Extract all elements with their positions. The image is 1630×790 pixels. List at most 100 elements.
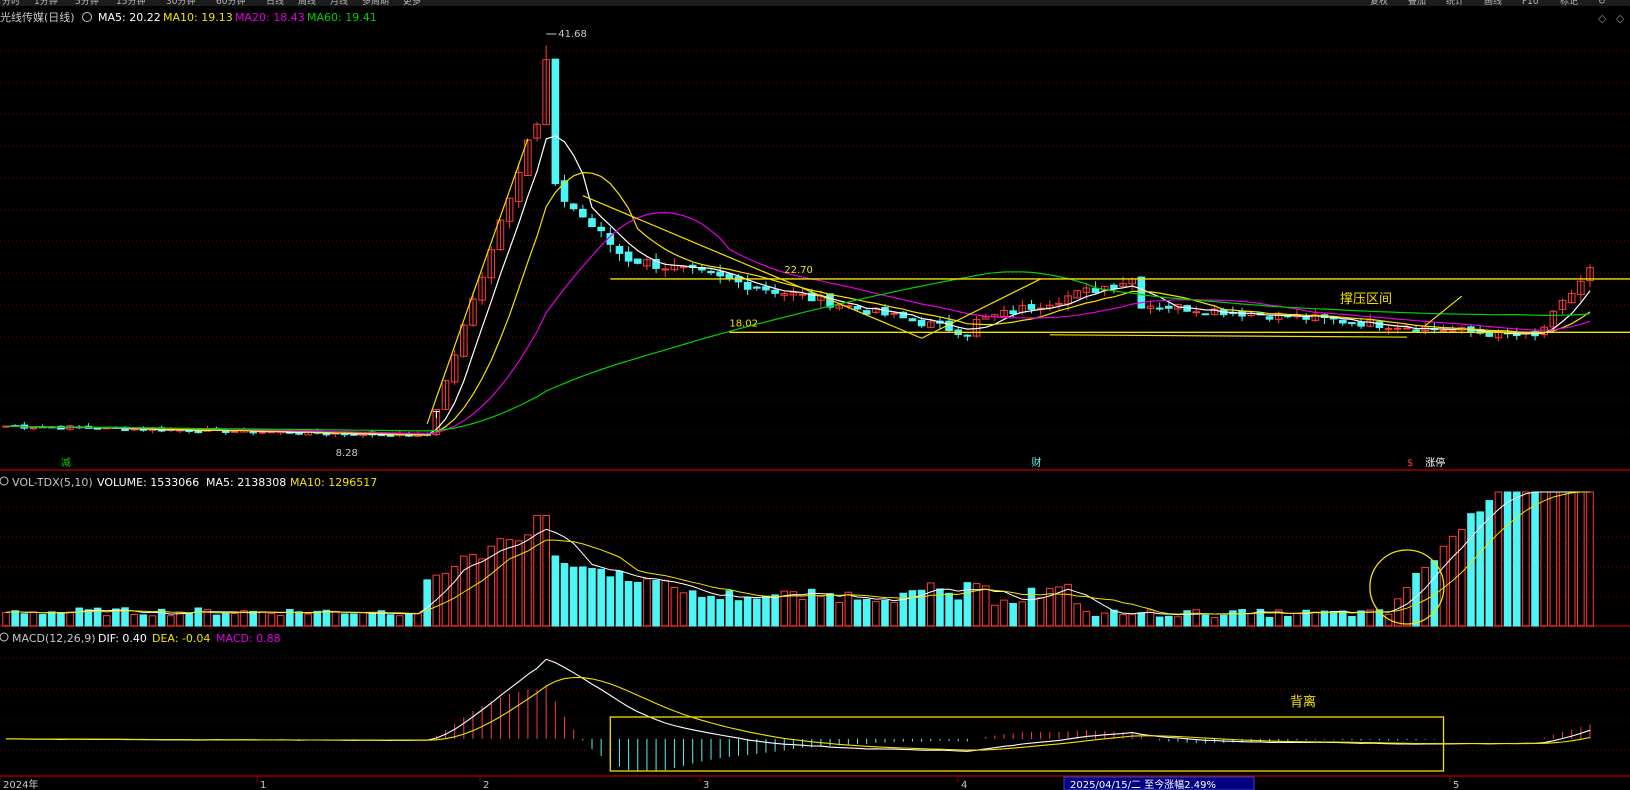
candle-body [295, 432, 303, 435]
toolbar-tab[interactable]: 更多 [403, 0, 421, 7]
toolbar-tab[interactable]: 日线 [266, 0, 284, 7]
volume-bar [57, 612, 65, 627]
volume-indicator-title: VOL-TDX(5,10) [12, 476, 93, 489]
volume-bar [221, 612, 230, 627]
volume-bar [212, 614, 221, 627]
volume-bar [386, 614, 395, 627]
toolbar-button[interactable]: 标记 [1560, 0, 1578, 7]
diamond-icon[interactable]: ◇ [1598, 12, 1607, 25]
toolbar-tab[interactable]: 1分钟 [34, 0, 58, 7]
volume-bar [1357, 610, 1365, 627]
volume-bar [1027, 587, 1036, 627]
volume-bar [11, 610, 19, 627]
volume-bar [688, 590, 697, 627]
candle-body [322, 433, 331, 436]
candle-body [1201, 313, 1210, 316]
volume-bar [1201, 614, 1210, 627]
candle-body [753, 286, 761, 289]
volume-bar [652, 579, 660, 627]
candle-body [624, 251, 633, 262]
candle-body [633, 258, 642, 264]
volume-bar [1110, 609, 1118, 627]
stock-chart-canvas: 分时 1分钟 5分钟 15分钟 30分钟 60分钟 日线 周线 月线 多周期 更多 复权 叠加 统计 画线… [0, 0, 1630, 790]
candle-body [597, 226, 605, 232]
scroll-icon[interactable]: ◇ [1616, 12, 1625, 25]
volume-bar [707, 595, 715, 627]
volume-bar [945, 592, 953, 627]
candle-body [890, 312, 898, 315]
upper-level-label: 22.70 [784, 265, 813, 276]
volume-bar [93, 607, 102, 627]
toolbar-tab[interactable]: 多周期 [362, 0, 389, 7]
volume-bar [881, 599, 889, 627]
candle-body [917, 319, 926, 327]
volume-bar [1155, 616, 1164, 627]
volume-bar [1320, 610, 1329, 627]
candle-body [231, 430, 239, 433]
volume-bar [615, 570, 624, 627]
volume-bar [588, 568, 596, 627]
volume-bar [954, 599, 963, 627]
macd-indicator-title: MACD(12,26,9) [12, 632, 96, 645]
toolbar-tab[interactable]: 月线 [330, 0, 348, 7]
candle-body [1357, 321, 1365, 327]
candle-body [579, 208, 587, 218]
candle-body [1110, 284, 1118, 289]
macd-panel-header: MACD(12,26,9) DIF: 0.40 DEA: -0.04 MACD:… [0, 632, 281, 645]
volume-panel-header: VOL-TDX(5,10) VOLUME: 1533066 MA5: 21383… [0, 476, 377, 489]
t-marker: T [432, 410, 440, 421]
volume-bar [249, 610, 258, 627]
candle-body [716, 271, 724, 277]
volume-bar [47, 611, 56, 627]
candle-body [853, 306, 862, 310]
toolbar-button[interactable]: 复权 [1370, 0, 1388, 7]
volume-bar [762, 595, 770, 627]
toolbar-tab[interactable]: 60分钟 [216, 0, 245, 7]
volume-bar [597, 568, 605, 627]
volume-bar [139, 614, 148, 627]
macd-readout: MACD: 0.88 [216, 632, 281, 645]
candle-body [798, 293, 807, 296]
high-price-label: 41.68 [558, 29, 587, 40]
volume-bar [1284, 615, 1292, 627]
toolbar-button[interactable]: 叠加 [1408, 0, 1426, 7]
candle-body [1165, 305, 1173, 309]
volume-bar [1265, 616, 1274, 627]
toolbar-button[interactable]: 画线 [1484, 0, 1502, 7]
volume-bar [551, 555, 560, 627]
date-label: 1 [260, 780, 266, 790]
ma5-readout: MA5: 20.22 [98, 11, 161, 24]
toolbar-tab[interactable]: 30分钟 [166, 0, 195, 7]
background [0, 0, 1630, 790]
toolbar-tab[interactable]: 15分钟 [116, 0, 145, 7]
candle-body [1009, 310, 1017, 315]
dollar-marker: $ [1407, 458, 1413, 469]
candle-body [615, 246, 624, 254]
volume-bar [1476, 511, 1484, 627]
candle-body [963, 334, 972, 337]
volume-bar [423, 579, 431, 627]
toolbar-tab[interactable]: 5分钟 [75, 0, 99, 7]
volume-ma5-readout: MA5: 2138308 [206, 476, 286, 489]
candle-body [1091, 288, 1100, 293]
ma10-readout: MA10: 19.13 [163, 11, 233, 24]
toolbar-button[interactable]: ↻ [1598, 0, 1606, 7]
volume-bar [340, 613, 349, 627]
volume-bar [1412, 572, 1420, 627]
candle-body [762, 286, 770, 291]
volume-bar [20, 613, 29, 627]
candle-body [725, 273, 734, 280]
volume-bar [405, 613, 413, 627]
volume-bar [853, 599, 862, 627]
candle-body [588, 218, 596, 228]
toolbar-tab[interactable]: 分时 [2, 0, 20, 7]
volume-bar [1338, 610, 1347, 627]
candle-body [551, 58, 560, 185]
toolbar-button[interactable]: F10 [1522, 0, 1539, 7]
volume-readout: VOLUME: 1533066 [97, 476, 199, 489]
toolbar-tab[interactable]: 周线 [298, 0, 316, 7]
toolbar-button[interactable]: 统计 [1446, 0, 1464, 7]
date-label: 2024年 [3, 778, 38, 790]
volume-bar [194, 607, 203, 627]
volume-bar [1091, 615, 1100, 627]
